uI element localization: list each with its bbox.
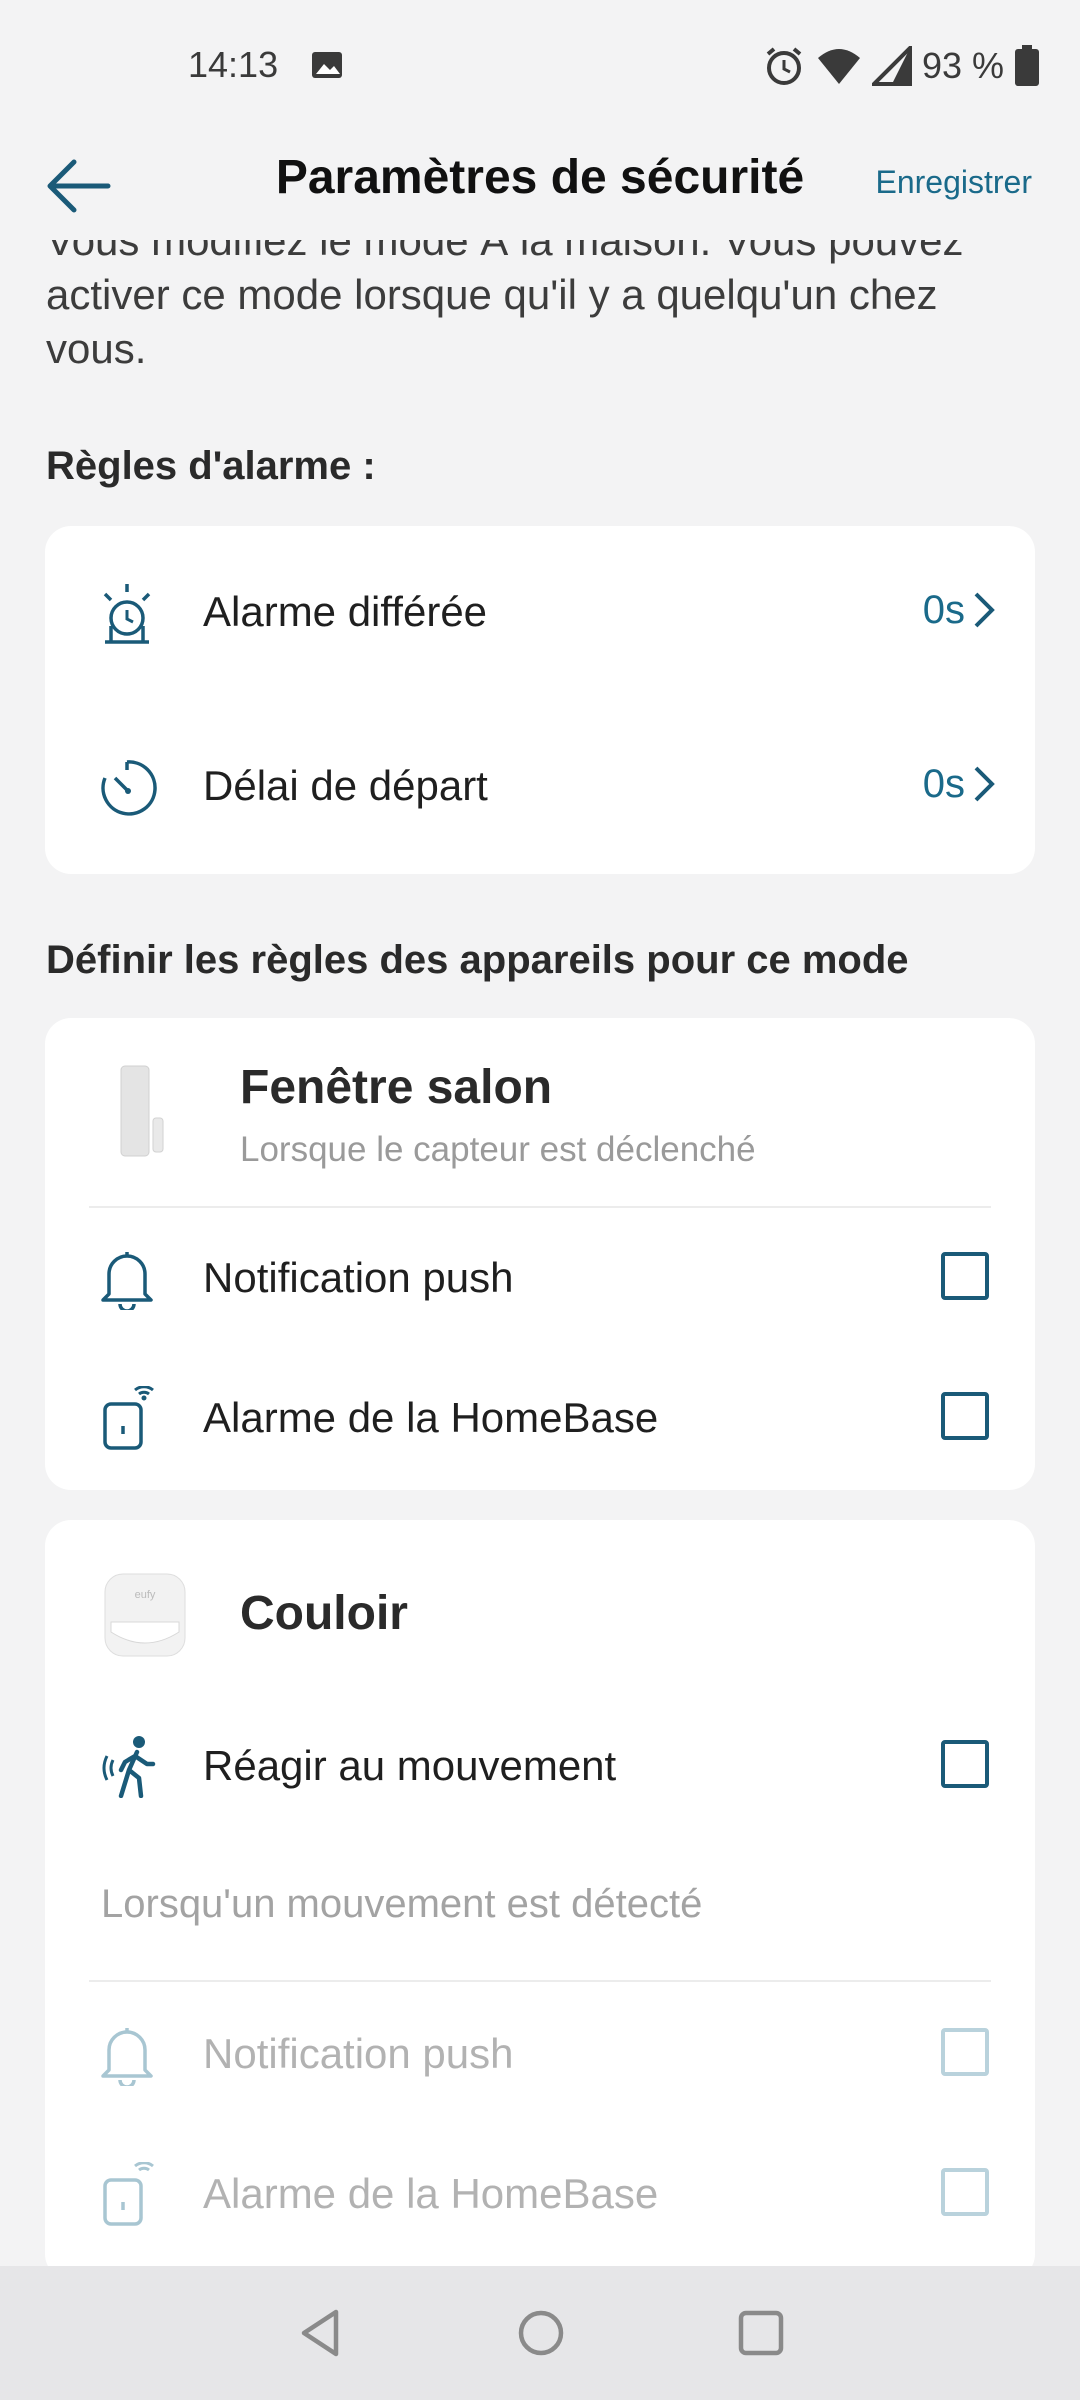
image-icon (312, 52, 342, 78)
bell-icon (101, 2028, 153, 2086)
homebase-icon (103, 1386, 154, 1450)
save-button[interactable]: Enregistrer (876, 164, 1033, 201)
homebase-icon (103, 2162, 154, 2226)
homebase-alarm-checkbox[interactable] (941, 1392, 989, 1440)
homebase-alarm-checkbox (941, 2168, 989, 2216)
alarm-delay-value: 0s (922, 588, 965, 632)
wifi-icon (817, 49, 860, 84)
exit-delay-label: Délai de départ (203, 762, 488, 809)
alarm-delay-row[interactable]: Alarme différée 0s (45, 526, 1035, 700)
system-nav-bar (0, 2266, 1080, 2400)
option-row-motion[interactable]: Réagir au mouvement (45, 1696, 1035, 1836)
device-card-couloir: eufy Couloir Réagir au mouvement Lorsqu'… (45, 1520, 1035, 2280)
notification-push-checkbox (941, 2028, 989, 2076)
device-name: Fenêtre salon (240, 1061, 553, 1114)
option-label: Notification push (203, 2030, 514, 2077)
divider (89, 1980, 991, 1982)
exit-delay-row[interactable]: Délai de départ 0s (45, 700, 1035, 874)
nav-home-icon[interactable] (514, 2306, 568, 2360)
motion-walk-icon (102, 1736, 156, 1798)
alarm-rules-title: Règles d'alarme : (46, 444, 376, 488)
alarm-rules-card: Alarme différée 0s Délai de départ 0s (45, 526, 1035, 874)
device-card-fenetre-salon: Fenêtre salon Lorsque le capteur est déc… (45, 1018, 1035, 1490)
nav-back-icon[interactable] (296, 2306, 346, 2360)
option-row-notification-push: Notification push (45, 1984, 1035, 2124)
battery-percent: 93 % (921, 45, 1004, 86)
delayed-alarm-icon (103, 584, 151, 644)
status-time: 14:13 (188, 44, 279, 85)
motion-sensor-image: eufy (104, 1573, 186, 1657)
status-right-group: 93 % (762, 44, 1040, 88)
device-rules-title: Définir les règles des appareils pour ce… (46, 938, 909, 982)
alarm-clock-icon (766, 47, 802, 85)
option-label: Alarme de la HomeBase (203, 1394, 659, 1441)
option-row-homebase-alarm[interactable]: Alarme de la HomeBase (45, 1348, 1035, 1488)
window-sensor-image (120, 1065, 164, 1157)
signal-icon (871, 46, 912, 86)
bell-icon (101, 1252, 153, 1310)
option-label: Alarme de la HomeBase (203, 2170, 659, 2217)
option-row-notification-push[interactable]: Notification push (45, 1208, 1035, 1348)
option-row-homebase-alarm: Alarme de la HomeBase (45, 2124, 1035, 2264)
alarm-delay-label: Alarme différée (203, 588, 488, 635)
device-trigger-subtitle: Lorsque le capteur est déclenché (240, 1130, 756, 1169)
option-label: Notification push (203, 1254, 514, 1301)
notification-push-checkbox[interactable] (941, 1252, 989, 1300)
nav-recents-icon[interactable] (734, 2306, 788, 2360)
intro-text: Vous modifiez le mode À la maison. Vous … (46, 240, 964, 372)
motion-checkbox[interactable] (941, 1740, 989, 1788)
chevron-right-icon (974, 592, 995, 628)
motion-hint: Lorsqu'un mouvement est détecté (101, 1882, 703, 1926)
exit-delay-value: 0s (922, 762, 965, 806)
timer-icon (101, 760, 157, 816)
chevron-right-icon (974, 766, 995, 802)
option-label: Réagir au mouvement (203, 1742, 617, 1789)
device-name: Couloir (240, 1587, 408, 1640)
svg-text:eufy: eufy (135, 1589, 156, 1601)
battery-icon (1015, 45, 1039, 86)
